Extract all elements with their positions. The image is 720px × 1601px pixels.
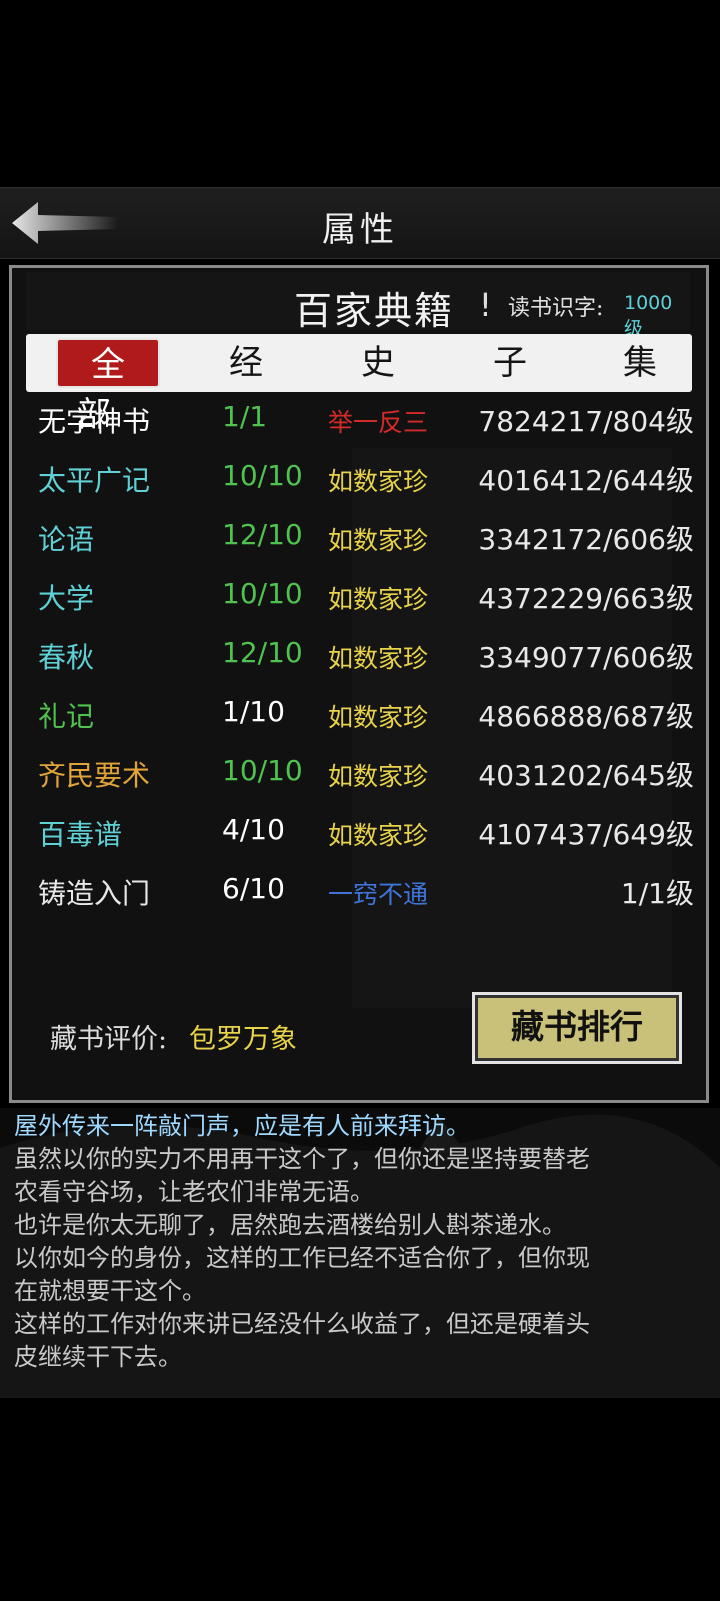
book-name: 论语 (38, 523, 95, 556)
category-tabs: 全部 经 史 子 集 (26, 334, 692, 435)
book-name: 齐民要术 (38, 759, 151, 792)
panel-header: 百家典籍 ! 读书识字: 1000级 (26, 272, 690, 340)
book-grade: 如数家珍 (328, 526, 429, 555)
book-grade: 如数家珍 (328, 703, 429, 732)
book-progress: 12/10 (222, 636, 303, 669)
library-panel: 百家典籍 ! 读书识字: 1000级 全部 经 史 子 集 无字神书 1/1 举一反… (9, 265, 709, 1103)
book-row[interactable]: 大学 10/10 如数家珍 4372229/663级 (12, 569, 706, 627)
book-exp: 4372229/663级 (478, 582, 694, 615)
book-progress: 10/10 (222, 577, 303, 610)
collection-rating-value: 包罗万象 (189, 1024, 297, 1055)
collection-ranking-label: 藏书排行 (511, 1007, 643, 1046)
book-exp: 4866888/687级 (478, 700, 694, 733)
book-progress: 6/10 (222, 872, 285, 905)
tab-all[interactable]: 全部 (56, 338, 160, 435)
tab-zi[interactable]: 子 (458, 338, 562, 388)
book-progress: 12/10 (222, 518, 303, 551)
book-progress: 10/10 (222, 459, 303, 492)
tab-jing[interactable]: 经 (194, 338, 298, 388)
book-row[interactable]: 春秋 12/10 如数家珍 3349077/606级 (12, 628, 706, 686)
book-row[interactable]: 太平广记 10/10 如数家珍 4016412/644级 (12, 451, 706, 509)
book-row[interactable]: 百毒谱 4/10 如数家珍 4107437/649级 (12, 805, 706, 863)
book-row[interactable]: 礼记 1/10 如数家珍 4866888/687级 (12, 687, 706, 745)
collection-ranking-button[interactable]: 藏书排行 (472, 992, 682, 1064)
book-exp: 7824217/804级 (478, 405, 694, 438)
book-progress: 1/1 (222, 400, 268, 433)
book-name: 春秋 (38, 641, 95, 674)
literacy-label: 读书识字: (508, 296, 604, 321)
book-exp: 1/1级 (620, 877, 694, 910)
book-grade: 如数家珍 (328, 821, 429, 850)
collection-rating-label: 藏书评价: (50, 1024, 168, 1055)
book-progress: 4/10 (222, 813, 285, 846)
log-line: 屋外传来一阵敲门声，应是有人前来拜访。 (14, 1112, 470, 1140)
book-grade: 举一反三 (328, 408, 429, 437)
book-exp: 4107437/649级 (478, 818, 694, 851)
log-line: 这样的工作对你来讲已经没什么收益了，但还是硬着头 (14, 1310, 590, 1338)
book-exp: 3342172/606级 (478, 523, 694, 556)
book-name: 无字神书 (38, 405, 151, 438)
book-grade: 如数家珍 (328, 644, 429, 673)
log-line: 皮继续干下去。 (14, 1343, 182, 1371)
page-title: 属性 (322, 210, 398, 250)
book-row[interactable]: 铸造入门 6/10 一窍不通 1/1级 (12, 864, 706, 922)
exclamation-icon[interactable]: ! (479, 286, 492, 324)
book-grade: 如数家珍 (328, 762, 429, 791)
log-line: 在就想要干这个。 (14, 1277, 206, 1305)
log-line: 虽然以你的实力不用再干这个了，但你还是坚持要替老 (14, 1145, 590, 1173)
book-grade: 一窍不通 (328, 880, 429, 909)
log-line: 以你如今的身份，这样的工作已经不适合你了，但你现 (14, 1244, 590, 1272)
book-grade: 如数家珍 (328, 585, 429, 614)
book-name: 铸造入门 (38, 877, 151, 910)
top-bar: 属性 (0, 187, 720, 259)
book-name: 百毒谱 (38, 818, 123, 851)
book-row[interactable]: 论语 12/10 如数家珍 3342172/606级 (12, 510, 706, 568)
book-exp: 4016412/644级 (478, 464, 694, 497)
book-exp: 3349077/606级 (478, 641, 694, 674)
book-name: 礼记 (38, 700, 95, 733)
log-line: 也许是你太无聊了，居然跑去酒楼给别人斟茶递水。 (14, 1211, 566, 1239)
panel-title: 百家典籍 (294, 289, 455, 333)
book-name: 太平广记 (38, 464, 151, 497)
book-row[interactable]: 无字神书 1/1 举一反三 7824217/804级 (12, 392, 706, 450)
log-line: 农看守谷场，让老农们非常无语。 (14, 1178, 374, 1206)
book-progress: 10/10 (222, 754, 303, 787)
tab-ji[interactable]: 集 (588, 338, 692, 388)
event-log: 屋外传来一阵敲门声，应是有人前来拜访。虽然以你的实力不用再干这个了，但你还是坚持… (0, 1108, 720, 1398)
book-progress: 1/10 (222, 695, 285, 728)
tab-shi[interactable]: 史 (326, 338, 430, 388)
book-grade: 如数家珍 (328, 467, 429, 496)
book-name: 大学 (38, 582, 95, 615)
book-exp: 4031202/645级 (478, 759, 694, 792)
book-row[interactable]: 齐民要术 10/10 如数家珍 4031202/645级 (12, 746, 706, 804)
